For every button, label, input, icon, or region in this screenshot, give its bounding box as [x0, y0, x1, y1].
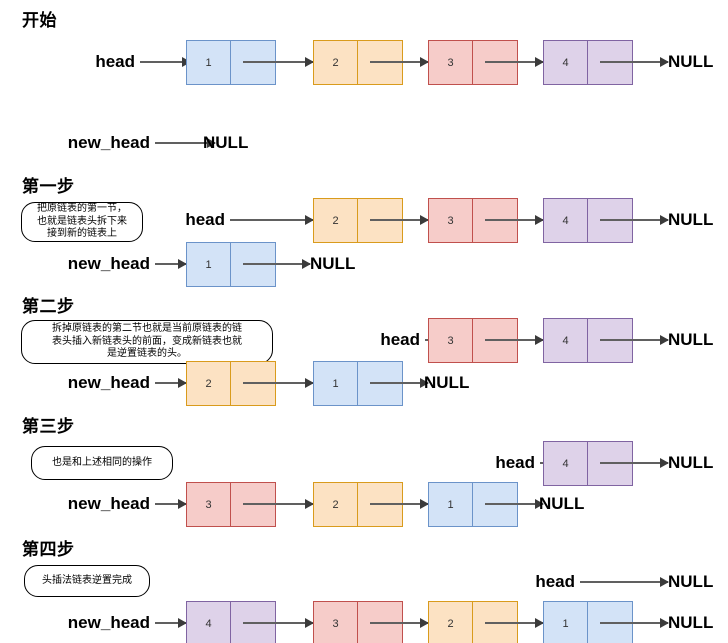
- section-heading-step1: 第一步: [22, 177, 75, 196]
- node-value: 1: [187, 243, 231, 286]
- node-value: 3: [187, 483, 231, 526]
- new-head-label-s2: new_head: [67, 373, 150, 392]
- tail-null-arrow: [600, 458, 669, 468]
- node-value: 3: [429, 319, 473, 362]
- new-head-label-s3: new_head: [67, 494, 150, 513]
- node-value: 2: [314, 199, 358, 242]
- node-value: 1: [429, 483, 473, 526]
- head-label-s0: head: [95, 52, 135, 71]
- new-head-label-s4: new_head: [67, 613, 150, 632]
- node-value: 4: [187, 602, 231, 643]
- section-heading-step2: 第二步: [22, 297, 75, 316]
- node-link-arrow: [370, 57, 429, 67]
- annotation-step2: 拆掉原链表的第二节也就是当前原链表的链 表头插入新链表头的前面，变成新链表也就 …: [21, 320, 273, 364]
- head-label-s4: head: [535, 572, 575, 591]
- node-link-arrow: [370, 215, 429, 225]
- node-value: 1: [187, 41, 231, 84]
- node-value: 4: [544, 319, 588, 362]
- node-value: 4: [544, 41, 588, 84]
- node-value: 2: [314, 483, 358, 526]
- node-link-arrow: [370, 618, 429, 628]
- null-terminal: NULL: [668, 330, 714, 349]
- node-value: 4: [544, 199, 588, 242]
- node-link-arrow: [485, 215, 544, 225]
- node-value: 2: [429, 602, 473, 643]
- node-link-arrow: [243, 57, 314, 67]
- tail-null-arrow: [600, 215, 669, 225]
- head-arrow-s1: [230, 215, 314, 225]
- node-value: 2: [314, 41, 358, 84]
- node-value: 3: [429, 199, 473, 242]
- head-label-s3: head: [495, 453, 535, 472]
- null-terminal: NULL: [310, 254, 356, 273]
- null-terminal: NULL: [668, 210, 714, 229]
- new-head-label-s1: new_head: [67, 254, 150, 273]
- null-terminal: NULL: [424, 373, 470, 392]
- node-link-arrow: [485, 335, 544, 345]
- new-head-arrow-s1: [155, 259, 187, 269]
- linked-list-reversal-diagram: 开始 head 1 2 3 4 NULL new_head NULL 第一步 把…: [0, 0, 728, 643]
- section-heading-step3: 第三步: [22, 417, 75, 436]
- head-arrow-s0: [140, 57, 191, 67]
- node-link-arrow: [485, 57, 544, 67]
- tail-null-arrow: [485, 499, 544, 509]
- head-label-s1: head: [185, 210, 225, 229]
- node-link-arrow: [243, 378, 314, 388]
- null-terminal: NULL: [668, 613, 714, 632]
- node-value: 3: [314, 602, 358, 643]
- section-heading-start: 开始: [22, 11, 57, 30]
- node-link-arrow: [243, 499, 314, 509]
- null-terminal: NULL: [203, 133, 249, 152]
- tail-null-arrow: [600, 57, 669, 67]
- node-value: 1: [314, 362, 358, 405]
- head-null-arrow-s4: [580, 577, 669, 587]
- null-terminal: NULL: [668, 453, 714, 472]
- section-heading-step4: 第四步: [22, 540, 75, 559]
- new-head-arrow-s2: [155, 378, 187, 388]
- node-value: 2: [187, 362, 231, 405]
- null-terminal: NULL: [668, 52, 714, 71]
- null-terminal: NULL: [539, 494, 585, 513]
- new-head-arrow-s3: [155, 499, 187, 509]
- head-label-s2: head: [380, 330, 420, 349]
- annotation-step4: 头插法链表逆置完成: [24, 565, 150, 597]
- node-value: 4: [544, 442, 588, 485]
- annotation-step1: 把原链表的第一节， 也就是链表头拆下来 接到新的链表上: [21, 202, 143, 242]
- node-link-arrow: [485, 618, 544, 628]
- tail-null-arrow: [243, 259, 311, 269]
- new-head-arrow-s4: [155, 618, 187, 628]
- new-head-label-s0: new_head: [67, 133, 150, 152]
- node-value: 1: [544, 602, 588, 643]
- tail-null-arrow: [600, 335, 669, 345]
- null-terminal: NULL: [668, 572, 714, 591]
- node-link-arrow: [243, 618, 314, 628]
- tail-null-arrow: [370, 378, 429, 388]
- node-value: 3: [429, 41, 473, 84]
- annotation-step3: 也是和上述相同的操作: [31, 446, 173, 480]
- node-link-arrow: [370, 499, 429, 509]
- tail-null-arrow: [600, 618, 669, 628]
